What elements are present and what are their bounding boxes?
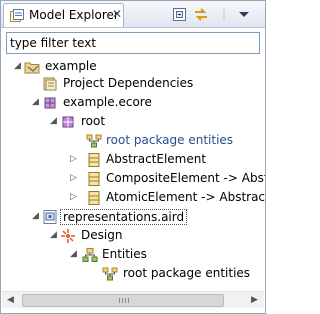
link-with-editor-icon[interactable] (192, 6, 210, 23)
eclass-icon (86, 171, 102, 187)
expand-twisty-icon[interactable]: ◢ (14, 61, 24, 71)
tree-item-abstract-element[interactable]: ▷ AbstractElement (2, 150, 264, 170)
close-icon[interactable]: ✕ (112, 7, 122, 21)
collapsed-twisty-icon[interactable]: ▷ (70, 192, 80, 202)
diagram-icon (86, 133, 102, 149)
tree-item-representations-aird[interactable]: ◢ representations.aird (2, 207, 264, 227)
view-title: Model Explorer (29, 8, 119, 22)
tree-item-label: root package entities (123, 266, 251, 280)
tree-item-atomic-element[interactable]: ▷ AtomicElement -> AbstractElement (2, 188, 265, 208)
representation-icon (82, 247, 98, 263)
tree-item-label: example.ecore (63, 95, 152, 109)
viewpoint-icon (60, 228, 76, 244)
tree-item-composite-element[interactable]: ▷ CompositeElement -> AbstractEleme (2, 169, 265, 189)
tree-item-project-dependencies[interactable]: Project Dependencies (2, 74, 264, 94)
view-menu-separator (223, 6, 233, 23)
eclass-icon (86, 152, 102, 168)
aird-file-icon (42, 209, 58, 225)
model-tree[interactable]: ◢ example Project Dependencies ◢ example… (2, 57, 265, 287)
tree-item-label: CompositeElement -> AbstractEleme (106, 171, 265, 185)
eclass-icon (86, 190, 102, 206)
tab-model-explorer[interactable]: Model Explorer ✕ (3, 3, 124, 27)
collapsed-twisty-icon[interactable]: ▷ (70, 154, 80, 164)
scroll-left-icon[interactable]: ◀ (2, 292, 19, 309)
horizontal-scrollbar[interactable]: ◀ ▶ (2, 291, 264, 308)
tree-item-root-package-entities-diagram[interactable]: root package entities (2, 264, 264, 284)
scroll-right-icon[interactable]: ▶ (246, 292, 263, 309)
tree-item-root-package-entities[interactable]: root package entities (2, 131, 264, 151)
tree-item-label: Entities (102, 247, 147, 261)
collapsed-twisty-icon[interactable]: ▷ (70, 173, 80, 183)
tree-item-example-ecore[interactable]: ◢ example.ecore (2, 93, 264, 113)
expand-twisty-icon[interactable]: ◢ (32, 211, 42, 221)
expand-twisty-icon[interactable]: ◢ (70, 249, 80, 259)
filter-field[interactable] (6, 32, 260, 54)
tree-item-design[interactable]: ◢ Design (2, 226, 264, 246)
scrollbar-grip-icon (119, 298, 129, 303)
tree-item-label: AtomicElement -> AbstractElement (106, 190, 265, 204)
expand-twisty-icon[interactable]: ◢ (50, 116, 60, 126)
expand-twisty-icon[interactable]: ◢ (50, 230, 60, 240)
tree-item-label: Design (81, 228, 123, 242)
dependencies-icon (42, 76, 58, 92)
tree-item-label: representations.aird (60, 209, 188, 225)
ecore-file-icon (42, 95, 58, 111)
view-title-bar: Model Explorer ✕ (1, 1, 265, 28)
tree-item-label: AbstractElement (106, 152, 207, 166)
tree-item-label: root (81, 114, 106, 128)
filter-input[interactable] (7, 33, 259, 53)
project-icon (24, 59, 40, 75)
collapse-all-icon[interactable] (171, 6, 189, 23)
diagram-icon (102, 266, 118, 282)
tree-item-label: example (45, 59, 97, 73)
model-explorer-icon (10, 9, 24, 23)
tree-item-label: Project Dependencies (63, 76, 194, 90)
tree-item-label: root package entities (106, 133, 234, 147)
tree-item-entities[interactable]: ◢ Entities (2, 245, 264, 265)
expand-twisty-icon[interactable]: ◢ (32, 97, 42, 107)
view-menu-icon[interactable] (235, 6, 253, 23)
model-explorer-view: Model Explorer ✕ type filter text ◢ exam… (0, 0, 266, 314)
tree-item-root[interactable]: ◢ root (2, 112, 264, 132)
epackage-icon (60, 114, 76, 130)
scrollbar-thumb[interactable] (22, 294, 224, 307)
